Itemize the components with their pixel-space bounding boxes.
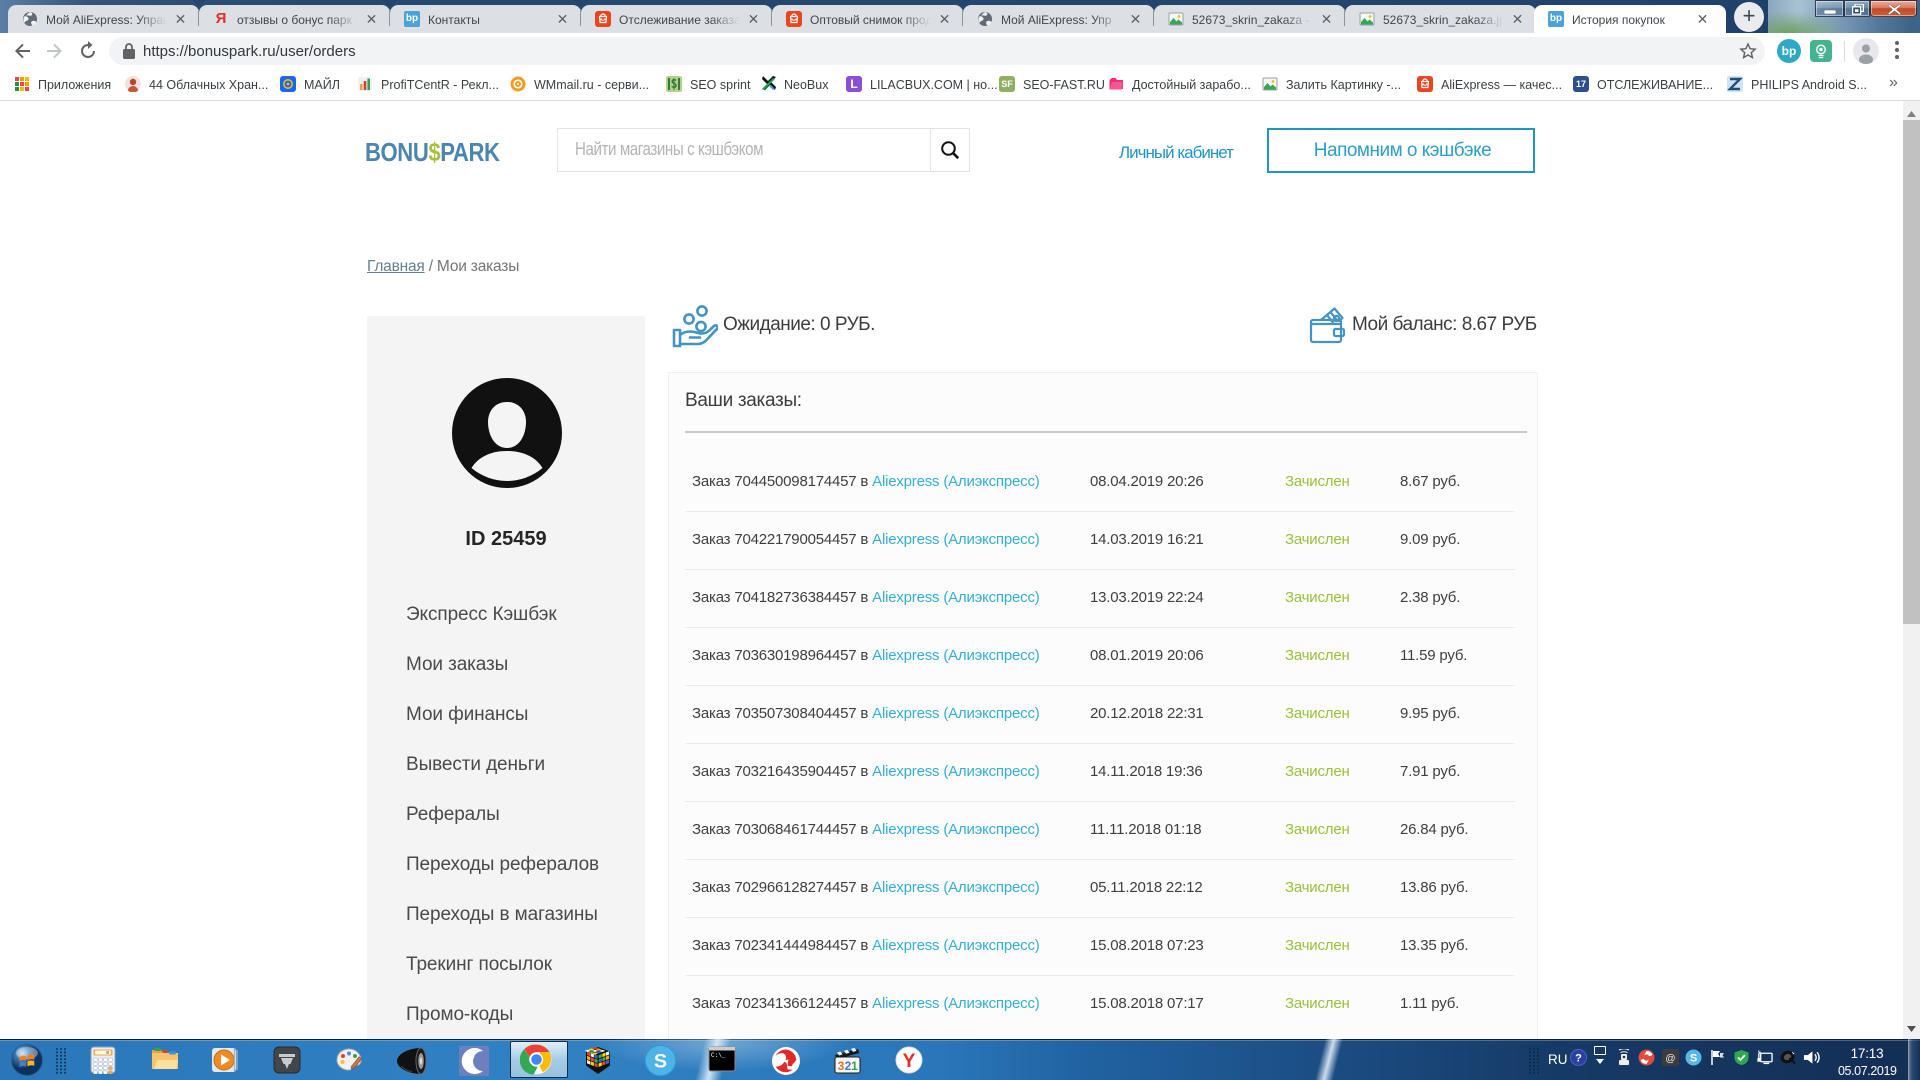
svg-text:S: S xyxy=(654,1051,667,1073)
svg-text:0: 0 xyxy=(106,1050,109,1056)
svg-text:S: S xyxy=(1690,1053,1697,1065)
svg-text:@: @ xyxy=(1665,1054,1675,1065)
svg-text:?: ? xyxy=(1575,1053,1582,1065)
svg-text:3: 3 xyxy=(838,1059,845,1073)
svg-text:1: 1 xyxy=(851,1059,858,1073)
svg-text:Y: Y xyxy=(903,1051,916,1072)
svg-text:C:\_: C:\_ xyxy=(711,1052,726,1059)
